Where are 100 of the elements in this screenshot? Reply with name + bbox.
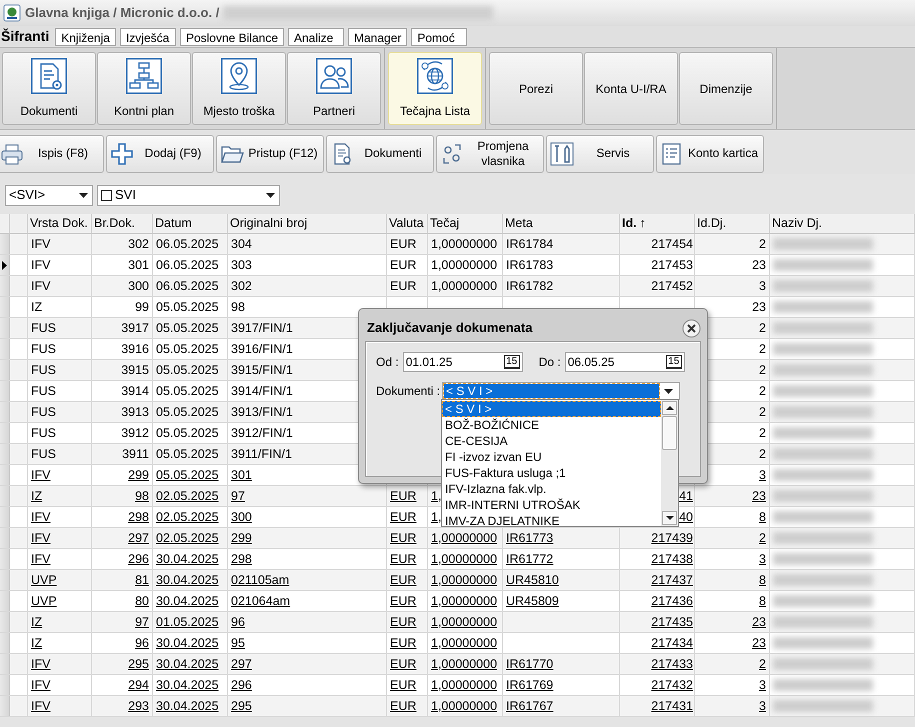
table-cell-text: 23 [752, 634, 766, 652]
table-cell-text: 3912 [121, 424, 149, 442]
toolbar-button[interactable]: Servis [546, 134, 654, 172]
table-cell-text: EUR [390, 278, 416, 295]
table-cell-text: 304 [231, 236, 252, 253]
table-cell-text: 299 [231, 530, 252, 547]
scroll-down-button[interactable] [662, 511, 677, 525]
scroll-thumb[interactable] [662, 416, 677, 450]
list-option[interactable]: < S V I > [442, 401, 661, 417]
tab[interactable]: Pomoć [411, 28, 468, 46]
ribbon-button[interactable]: Tečajna Lista [388, 52, 482, 125]
table-cell-text: 3913 [121, 404, 149, 421]
table-cell-text: 98 [231, 298, 245, 316]
column-header[interactable]: Id.Dj. [697, 214, 726, 233]
scroll-up-button[interactable] [662, 401, 677, 415]
tab[interactable]: Knjiženja [55, 28, 116, 46]
table-cell-text: 30.04.2025 [156, 592, 219, 610]
table-cell-text: 301 [231, 466, 252, 484]
list-option[interactable]: IMV-ZA DJELATNIKE [442, 513, 661, 529]
column-header[interactable]: Meta [505, 214, 533, 233]
table-cell-text: UR45809 [506, 592, 559, 610]
column-header[interactable]: Valuta [389, 214, 424, 233]
table-cell-text: 8 [759, 592, 766, 610]
table-cell-text: 293 [128, 698, 149, 715]
table-cell-text: 3 [759, 676, 766, 694]
column-header[interactable]: Br.Dok. [94, 214, 135, 233]
toolbar-button[interactable]: Dokumenti [326, 134, 434, 172]
table-cell-text: 296 [231, 676, 252, 694]
table-cell-text: 81 [135, 572, 149, 589]
ribbon-button[interactable]: Konta U-I/RA [584, 52, 678, 125]
table-cell-text: 1,00000000 [431, 530, 498, 547]
toolbar-button[interactable]: Ispis (F8) [0, 134, 104, 172]
ribbon-button[interactable]: Kontni plan [97, 52, 191, 125]
date-field[interactable]: 06.05.25 15 [564, 352, 685, 372]
table-cell-text: 02.05.2025 [156, 488, 219, 505]
table-cell-text: 30.04.2025 [156, 550, 219, 568]
table-cell-text: 2 [759, 656, 766, 673]
table-cell-text: EUR [390, 634, 416, 652]
table-cell-text: 97 [231, 488, 245, 505]
table-cell-text: UVP [31, 572, 57, 589]
table-cell-text: 217437 [651, 572, 693, 589]
column-header[interactable]: Naziv Dj. [772, 214, 822, 233]
ribbon-button[interactable]: Dokumenti [2, 52, 96, 125]
toolbar-button[interactable]: Dodaj (F9) [106, 134, 214, 172]
company-dropdown[interactable]: SVI [97, 184, 280, 206]
table-cell-text: 06.05.2025 [156, 256, 219, 274]
table-cell-text: FUS [31, 446, 56, 463]
table-cell-text: 2 [759, 320, 766, 337]
tab[interactable]: Manager [348, 28, 408, 46]
table-cell-text: 3913/FIN/1 [231, 404, 293, 421]
column-header[interactable]: Id. [622, 214, 637, 233]
table-cell-text: FUS [31, 320, 56, 337]
tab[interactable]: Analize [288, 28, 344, 46]
table-cell-text: IR61782 [506, 278, 554, 295]
tab[interactable]: Poslovne Bilance [180, 28, 284, 46]
column-header[interactable]: Tečaj [430, 214, 460, 233]
table-cell-text: 217439 [651, 530, 693, 547]
column-header[interactable]: Originalni broj [230, 214, 308, 233]
ribbon-button[interactable]: Partneri [287, 52, 381, 125]
calendar-button[interactable]: 15 [666, 355, 682, 369]
documents-dropdown[interactable]: < S V I > [442, 382, 680, 400]
table-cell-text: FUS [31, 340, 56, 358]
checkbox[interactable] [101, 190, 112, 200]
close-icon[interactable] [682, 318, 701, 338]
field-label: Do : [538, 354, 561, 371]
table-cell-text: UR45810 [506, 572, 559, 589]
field-label: Od : [376, 354, 399, 371]
list-option[interactable]: FI -izvoz izvan EU [442, 449, 661, 465]
table-cell-text: FUS [31, 424, 56, 442]
type-dropdown[interactable]: <SVI> [5, 184, 93, 206]
list-option[interactable]: CE-CESIJA [442, 433, 661, 449]
table-cell-text: 05.05.2025 [156, 320, 219, 337]
ribbon-button[interactable]: Mjesto troška [192, 52, 286, 125]
table-cell-text: 1,00000000 [431, 236, 498, 253]
list-option[interactable]: BOŽ-BOŽIĆNICE [442, 417, 661, 433]
row-header[interactable] [0, 255, 10, 275]
table-cell-text: 05.05.2025 [156, 424, 219, 442]
toolbar-button[interactable]: Pristup (F12) [216, 134, 324, 172]
table-cell-text: 217454 [651, 236, 693, 253]
list-option[interactable]: IFV-Izlazna fak.vlp. [442, 481, 661, 497]
scrollbar[interactable] [661, 400, 678, 526]
table-cell-text: IR61769 [506, 676, 554, 694]
table-cell-text: 3 [759, 698, 766, 715]
toolbar-button[interactable]: Konto kartica [656, 134, 764, 172]
column-header[interactable]: Datum [155, 214, 192, 233]
ribbon-button[interactable]: Porezi [489, 52, 583, 125]
column-header[interactable]: Vrsta Dok. [30, 214, 88, 233]
ribbon-button[interactable]: Dimenzije [679, 52, 773, 125]
tab[interactable]: Izvješća [120, 28, 176, 46]
table-cell-text: 1,00000000 [431, 698, 498, 715]
toolbar-button[interactable]: Promjena vlasnika [436, 134, 544, 172]
table-cell-text: EUR [390, 508, 416, 526]
table-cell-text: 295 [128, 656, 149, 673]
date-field[interactable]: 01.01.25 15 [402, 352, 523, 372]
table-cell-text: 3914 [121, 382, 149, 400]
calendar-button[interactable]: 15 [504, 355, 520, 369]
list-option[interactable]: FUS-Faktura usluga ;1 [442, 465, 661, 481]
list-option[interactable]: IMR-INTERNI UTROŠAK [442, 497, 661, 513]
table-cell-text: 2 [759, 530, 766, 547]
table-cell-text: IFV [31, 656, 50, 673]
